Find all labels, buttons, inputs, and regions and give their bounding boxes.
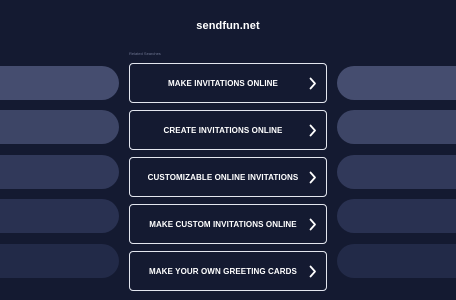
chevron-right-icon xyxy=(309,77,316,90)
related-link-customizable-online-invitations[interactable]: CUSTOMIZABLE ONLINE INVITATIONS xyxy=(129,157,327,197)
related-link-label: MAKE INVITATIONS ONLINE xyxy=(167,78,278,88)
related-link-create-invitations-online[interactable]: CREATE INVITATIONS ONLINE xyxy=(129,110,327,150)
site-title[interactable]: sendfun.net xyxy=(0,20,456,32)
related-link-label: CUSTOMIZABLE ONLINE INVITATIONS xyxy=(147,172,299,182)
side-pill-left-2 xyxy=(0,110,119,144)
side-pill-right-3 xyxy=(337,155,456,189)
side-pill-right-1 xyxy=(337,66,456,100)
side-pill-left-4 xyxy=(0,199,119,233)
chevron-right-icon xyxy=(309,265,316,278)
related-link-make-custom-invitations-online[interactable]: MAKE CUSTOM INVITATIONS ONLINE xyxy=(129,204,327,244)
chevron-right-icon xyxy=(309,124,316,137)
side-pill-right-4 xyxy=(337,199,456,233)
related-link-make-your-own-greeting-cards[interactable]: MAKE YOUR OWN GREETING CARDS xyxy=(129,251,327,291)
related-searches-label: Related Searches xyxy=(129,51,161,56)
side-pill-right-5 xyxy=(337,244,456,278)
parked-domain-page: sendfun.net Related Searches MAKE INVITA… xyxy=(0,0,456,300)
side-pill-right-2 xyxy=(337,110,456,144)
side-pill-left-5 xyxy=(0,244,119,278)
chevron-right-icon xyxy=(309,218,316,231)
side-pill-left-1 xyxy=(0,66,119,100)
related-link-label: MAKE CUSTOM INVITATIONS ONLINE xyxy=(149,219,297,229)
chevron-right-icon xyxy=(309,171,316,184)
side-pill-left-3 xyxy=(0,155,119,189)
related-link-label: MAKE YOUR OWN GREETING CARDS xyxy=(149,266,297,276)
related-link-label: CREATE INVITATIONS ONLINE xyxy=(163,125,283,135)
related-link-make-invitations-online[interactable]: MAKE INVITATIONS ONLINE xyxy=(129,63,327,103)
